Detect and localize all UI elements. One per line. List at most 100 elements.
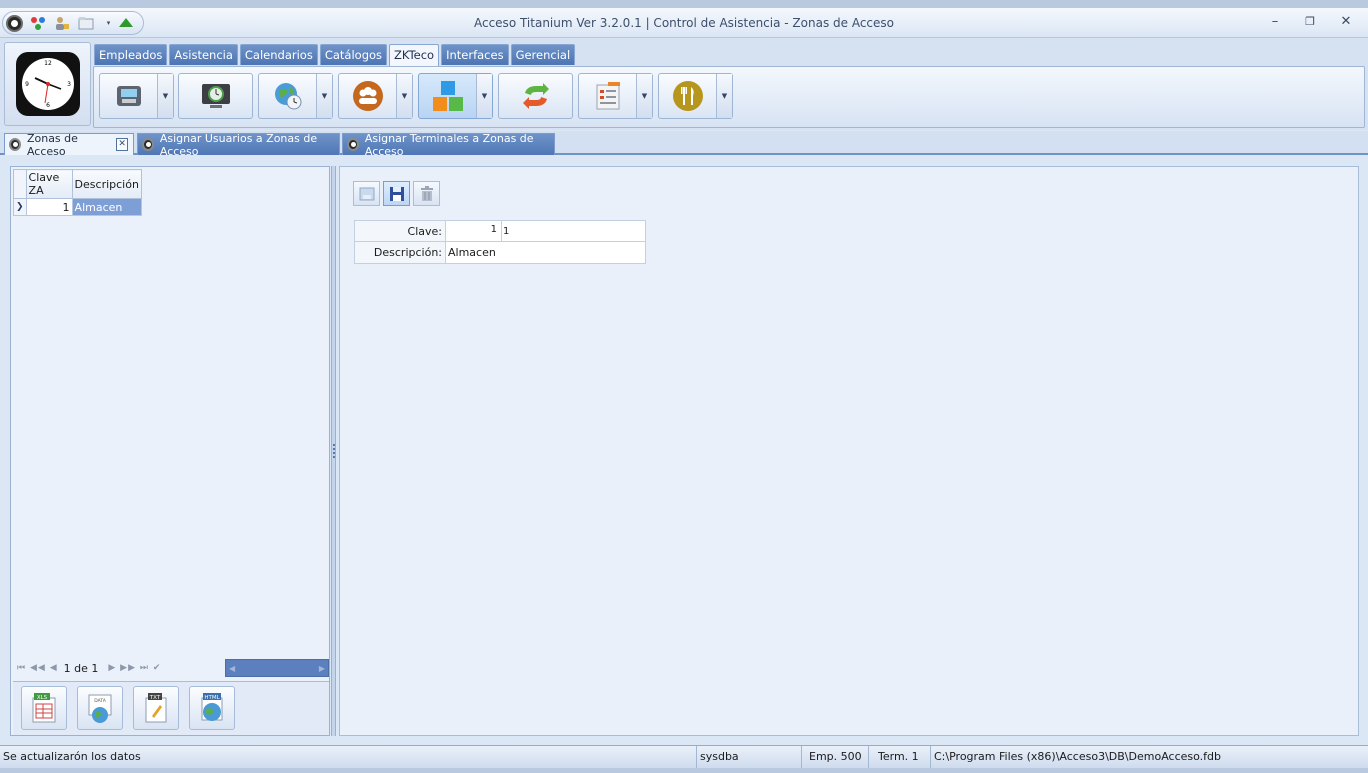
column-header-clave[interactable]: Clave ZA xyxy=(25,169,73,199)
splitter-grip xyxy=(333,444,335,458)
terminals-button[interactable]: ▼ xyxy=(99,73,174,119)
confirm-button[interactable]: ✔ xyxy=(153,663,162,673)
panel-splitter[interactable] xyxy=(331,166,336,736)
tab-catalogos[interactable]: Catálogos xyxy=(319,44,388,65)
history-monitor-icon xyxy=(201,84,230,108)
reports-button[interactable]: ▼ xyxy=(578,73,653,119)
clave-spin-input[interactable]: 1 xyxy=(446,221,502,242)
prev-page-button[interactable]: ◀◀ xyxy=(30,663,46,673)
ribbon-tabs: Empleados Asistencia Calendarios Catálog… xyxy=(94,44,577,67)
doc-tab-label: Asignar Terminales a Zonas de Acceso xyxy=(364,131,534,158)
status-empresa: Emp. 500 xyxy=(801,746,868,769)
export-html-button[interactable]: HTML xyxy=(189,686,235,730)
export-xls-label: XLS xyxy=(37,695,48,701)
txt-file-icon: TXT xyxy=(145,693,167,723)
doc-tab-label: Zonas de Acceso xyxy=(26,131,78,158)
table-row[interactable]: ❯ 1 Almacen xyxy=(13,198,142,216)
save-button[interactable] xyxy=(383,181,410,206)
export-txt-button[interactable]: TXT xyxy=(133,686,179,730)
tab-interfaces[interactable]: Interfaces xyxy=(441,44,509,65)
tab-asistencia[interactable]: Asistencia xyxy=(169,44,238,65)
tab-empleados[interactable]: Empleados xyxy=(94,44,168,65)
export-toolbar: XLS DATA TXT HTML xyxy=(13,681,329,735)
next-record-button[interactable]: ▶ xyxy=(108,663,116,673)
report-list-icon xyxy=(596,82,620,110)
status-user: sysdba xyxy=(696,746,801,769)
clock-icon xyxy=(142,138,154,151)
chevron-down-icon[interactable]: ▼ xyxy=(157,74,173,118)
grid-navigator: ⏮ ◀◀ ◀ 1 de 1 ▶ ▶▶ ⏭ ✔ ◀ ▶ xyxy=(13,657,329,679)
svg-text:9: 9 xyxy=(25,81,29,88)
global-clock-button[interactable]: ▼ xyxy=(258,73,333,119)
svg-text:12: 12 xyxy=(44,60,52,67)
save-disk-icon xyxy=(389,186,404,201)
status-bar: Se actualizarón los datos sysdba Emp. 50… xyxy=(0,745,1368,769)
export-html-label: HTML xyxy=(204,695,220,701)
sync-button[interactable] xyxy=(498,73,573,119)
ribbon-panel: ▼ ▼ ▼ ▼ ▼ ▼ xyxy=(93,66,1365,128)
users-group-icon xyxy=(352,81,383,111)
tab-calendarios[interactable]: Calendarios xyxy=(239,44,318,65)
status-message: Se actualizarón los datos xyxy=(3,750,141,763)
window-title: Acceso Titanium Ver 3.2.0.1 | Control de… xyxy=(473,16,894,30)
data-globe-icon: DATA xyxy=(88,694,112,723)
export-data-button[interactable]: DATA xyxy=(77,686,123,730)
descripcion-label: Descripción: xyxy=(355,242,446,263)
chevron-down-icon[interactable]: ▼ xyxy=(716,74,732,118)
application-button[interactable]: 12 3 6 9 xyxy=(4,42,91,126)
row-indicator-icon: ❯ xyxy=(13,198,27,216)
delete-trash-icon xyxy=(420,185,433,201)
dining-button[interactable]: ▼ xyxy=(658,73,733,119)
window-bottom-border xyxy=(0,768,1368,773)
horizontal-scrollbar[interactable]: ◀ ▶ xyxy=(225,659,329,677)
zone-form: Clave: 1 1 Descripción: Almacen xyxy=(354,220,646,264)
next-page-button[interactable]: ▶▶ xyxy=(120,663,136,673)
access-zones-blocks-icon xyxy=(432,81,463,111)
minimize-button[interactable]: – xyxy=(1260,12,1290,32)
column-header-descripcion[interactable]: Descripción xyxy=(71,169,142,199)
chevron-down-icon[interactable]: ▼ xyxy=(636,74,652,118)
chevron-down-icon[interactable]: ▼ xyxy=(476,74,492,118)
close-tab-button[interactable]: ✕ xyxy=(116,138,128,151)
doc-tab-asignar-usuarios[interactable]: Asignar Usuarios a Zonas de Acceso xyxy=(137,132,340,158)
close-button[interactable]: ✕ xyxy=(1331,12,1361,32)
new-record-button[interactable] xyxy=(353,181,380,206)
svg-text:6: 6 xyxy=(46,102,50,109)
doc-tab-asignar-terminales[interactable]: Asignar Terminales a Zonas de Acceso xyxy=(342,131,555,158)
clock-icon xyxy=(347,138,359,151)
xls-file-icon: XLS xyxy=(32,693,56,723)
cell-descripcion[interactable]: Almacen xyxy=(71,198,142,216)
attendance-history-button[interactable] xyxy=(178,73,253,119)
users-button[interactable]: ▼ xyxy=(338,73,413,119)
clave-label: Clave: xyxy=(355,221,446,241)
cell-clave[interactable]: 1 xyxy=(25,198,73,216)
doc-tab-zonas-de-acceso[interactable]: Zonas de Acceso ✕ xyxy=(4,131,134,158)
fingerprint-terminal-icon xyxy=(116,86,141,106)
html-globe-icon: HTML xyxy=(201,693,223,721)
export-txt-label: TXT xyxy=(149,695,161,701)
form-row-clave: Clave: 1 1 xyxy=(354,220,646,242)
page-indicator: 1 de 1 xyxy=(63,661,99,675)
zones-list-panel: Clave ZA Descripción ❯ 1 Almacen ⏮ ◀◀ ◀ … xyxy=(10,166,330,736)
chevron-down-icon[interactable]: ▼ xyxy=(396,74,412,118)
sync-arrows-icon xyxy=(522,83,549,109)
descripcion-input[interactable]: Almacen xyxy=(446,242,645,263)
prev-record-button[interactable]: ◀ xyxy=(50,663,58,673)
export-data-label: DATA xyxy=(94,698,107,704)
clock-icon xyxy=(9,138,21,151)
first-record-button[interactable]: ⏮ xyxy=(17,663,26,673)
export-xls-button[interactable]: XLS xyxy=(21,686,67,730)
status-db-path: C:\Program Files (x86)\Acceso3\DB\DemoAc… xyxy=(930,746,1368,769)
clave-value-text: 1 xyxy=(503,226,510,237)
globe-clock-icon xyxy=(274,83,301,110)
tab-zkteco[interactable]: ZKTeco xyxy=(389,44,440,67)
form-row-descripcion: Descripción: Almacen xyxy=(354,242,646,264)
document-tabs: Zonas de Acceso ✕ Asignar Usuarios a Zon… xyxy=(0,131,1368,158)
grid-indicator-header xyxy=(13,169,27,199)
chevron-down-icon[interactable]: ▼ xyxy=(316,74,332,118)
tab-gerencial[interactable]: Gerencial xyxy=(510,44,576,65)
restore-button[interactable]: ❐ xyxy=(1295,12,1325,32)
access-zones-button[interactable]: ▼ xyxy=(418,73,493,119)
delete-button[interactable] xyxy=(413,181,440,206)
last-record-button[interactable]: ⏭ xyxy=(140,663,149,673)
